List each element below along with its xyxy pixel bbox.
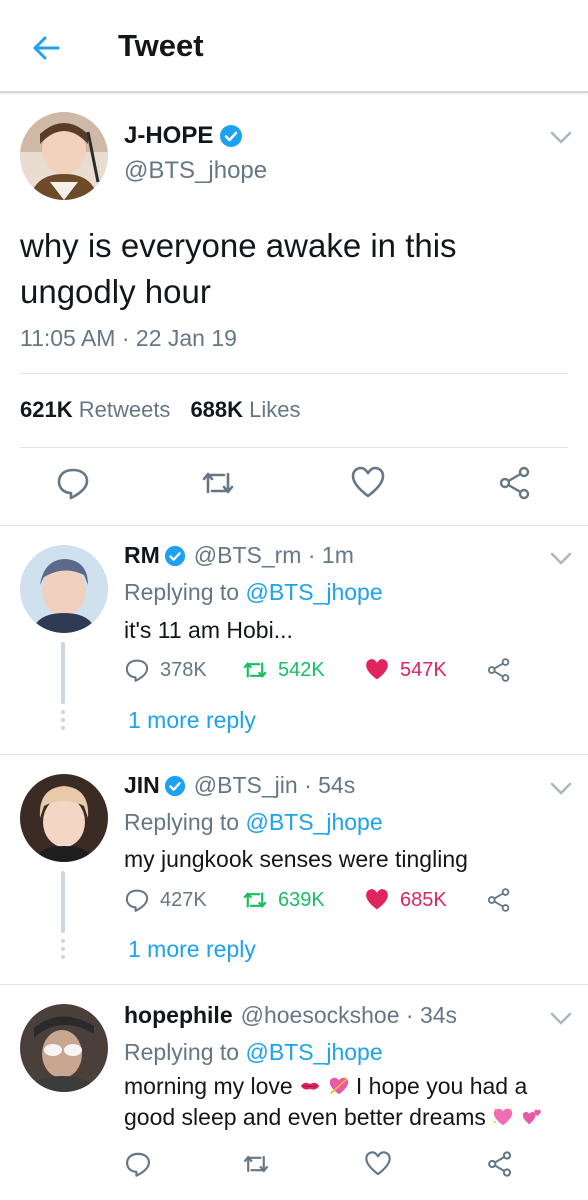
reply-handle-time[interactable]: @BTS_jin · 54s <box>194 772 355 799</box>
chevron-down-icon[interactable] <box>550 552 572 566</box>
divider <box>20 373 568 374</box>
avatar-jin[interactable] <box>20 774 108 862</box>
more-replies-link[interactable]: 1 more reply <box>128 707 256 734</box>
share-icon[interactable] <box>486 1150 514 1178</box>
verified-icon <box>220 125 243 147</box>
more-replies-link[interactable]: 1 more reply <box>128 936 256 963</box>
avatar-hopephile[interactable] <box>20 1004 108 1092</box>
top-bar: Tweet <box>0 0 588 93</box>
reply-header: JIN @BTS_jin · 54s <box>124 772 355 799</box>
retweet-count: 639K <box>278 888 325 911</box>
author-handle[interactable]: @BTS_jhope <box>124 157 267 185</box>
heart-icon[interactable] <box>364 1150 392 1178</box>
thread-line <box>61 642 65 704</box>
kiss-mark-icon <box>300 1082 320 1090</box>
reply-author-name[interactable]: JIN <box>124 772 160 799</box>
reply-item[interactable]: RM @BTS_rm · 1m Replying to @BTS_jhope i… <box>0 526 588 755</box>
replying-to: Replying to @BTS_jhope <box>124 579 383 605</box>
author-name[interactable]: J-HOPE <box>124 122 243 150</box>
heart-icon[interactable] <box>350 465 386 501</box>
reply-handle-time[interactable]: @BTS_rm · 1m <box>194 542 354 569</box>
reply-icon <box>125 889 149 912</box>
share-icon[interactable] <box>497 465 533 501</box>
heart-arrow-icon <box>329 1077 348 1095</box>
share-icon[interactable] <box>486 657 512 683</box>
reply-text: my jungkook senses were tingling <box>124 846 468 872</box>
replying-to-link[interactable]: @BTS_jhope <box>245 1039 382 1065</box>
reply-count: 378K <box>160 658 207 681</box>
reply-author-name[interactable]: hopephile <box>124 1002 233 1029</box>
main-tweet: J-HOPE @BTS_jhope why is everyone awake … <box>0 95 588 526</box>
heart-filled-icon <box>366 889 388 910</box>
reply-action-like[interactable]: 685K <box>364 887 447 913</box>
tweet-timestamp: 11:05 AM · 22 Jan 19 <box>20 325 237 351</box>
tweet-actions <box>0 465 588 505</box>
reply-count: 427K <box>160 888 207 911</box>
reply-text: morning my love I hope you had a good sl… <box>124 1071 584 1133</box>
tweet-stats: 621K Retweets 688K Likes <box>20 397 301 423</box>
reply-handle-time[interactable]: @hoesockshoe · 34s <box>241 1002 457 1029</box>
thread-dots <box>60 710 66 734</box>
reply-item[interactable]: JIN @BTS_jin · 54s Replying to @BTS_jhop… <box>0 755 588 985</box>
replying-to-link[interactable]: @BTS_jhope <box>245 809 382 835</box>
reply-action-reply[interactable]: 378K <box>124 657 207 683</box>
back-arrow-icon[interactable] <box>28 30 64 66</box>
reply-header: hopephile @hoesockshoe · 34s <box>124 1002 457 1029</box>
reply-icon <box>125 659 149 682</box>
author-name-text: J-HOPE <box>124 122 214 149</box>
chevron-down-icon[interactable] <box>550 1012 572 1026</box>
reply-item[interactable]: hopephile @hoesockshoe · 34s Replying to… <box>0 985 588 1200</box>
verified-icon <box>164 775 185 796</box>
replying-to: Replying to @BTS_jhope <box>124 809 383 835</box>
retweet-icon <box>243 662 267 678</box>
reply-actions: 378K 542K 547K <box>124 657 564 687</box>
retweet-icon <box>243 892 267 908</box>
reply-action-like[interactable]: 547K <box>364 657 447 683</box>
thread-line <box>61 871 65 933</box>
page-title: Tweet <box>118 28 204 63</box>
replying-to: Replying to @BTS_jhope <box>124 1039 383 1065</box>
reply-action-retweet[interactable]: 639K <box>242 887 325 913</box>
share-icon[interactable] <box>486 887 512 913</box>
retweet-count: 542K <box>278 658 325 681</box>
retweet-icon[interactable] <box>200 465 236 501</box>
like-count: 547K <box>400 658 447 681</box>
reply-action-retweet[interactable]: 542K <box>242 657 325 683</box>
reply-author-name[interactable]: RM <box>124 542 160 569</box>
reply-icon[interactable] <box>55 465 91 501</box>
verified-icon <box>164 545 185 566</box>
reply-actions: 427K 639K 685K <box>124 887 564 917</box>
chevron-down-icon[interactable] <box>550 131 572 145</box>
two-hearts-icon <box>522 1109 541 1125</box>
chevron-down-icon[interactable] <box>550 782 572 796</box>
reply-actions <box>124 1150 564 1180</box>
likes-stat[interactable]: 688K Likes <box>190 397 300 423</box>
replying-to-link[interactable]: @BTS_jhope <box>245 579 382 605</box>
reply-header: RM @BTS_rm · 1m <box>124 542 354 569</box>
retweet-icon[interactable] <box>242 1150 270 1178</box>
reply-text: it's 11 am Hobi... <box>124 617 293 643</box>
heart-filled-icon <box>366 659 388 680</box>
reply-action-reply[interactable]: 427K <box>124 887 207 913</box>
thread-dots <box>60 939 66 963</box>
like-count: 685K <box>400 888 447 911</box>
reply-icon[interactable] <box>124 1150 152 1178</box>
divider <box>20 447 568 448</box>
avatar-jhope[interactable] <box>20 112 108 200</box>
retweets-stat[interactable]: 621K Retweets <box>20 397 170 423</box>
tweet-text: why is everyone awake in this ungodly ho… <box>20 227 457 310</box>
avatar-rm[interactable] <box>20 545 108 633</box>
sparkling-heart-icon <box>493 1108 513 1126</box>
